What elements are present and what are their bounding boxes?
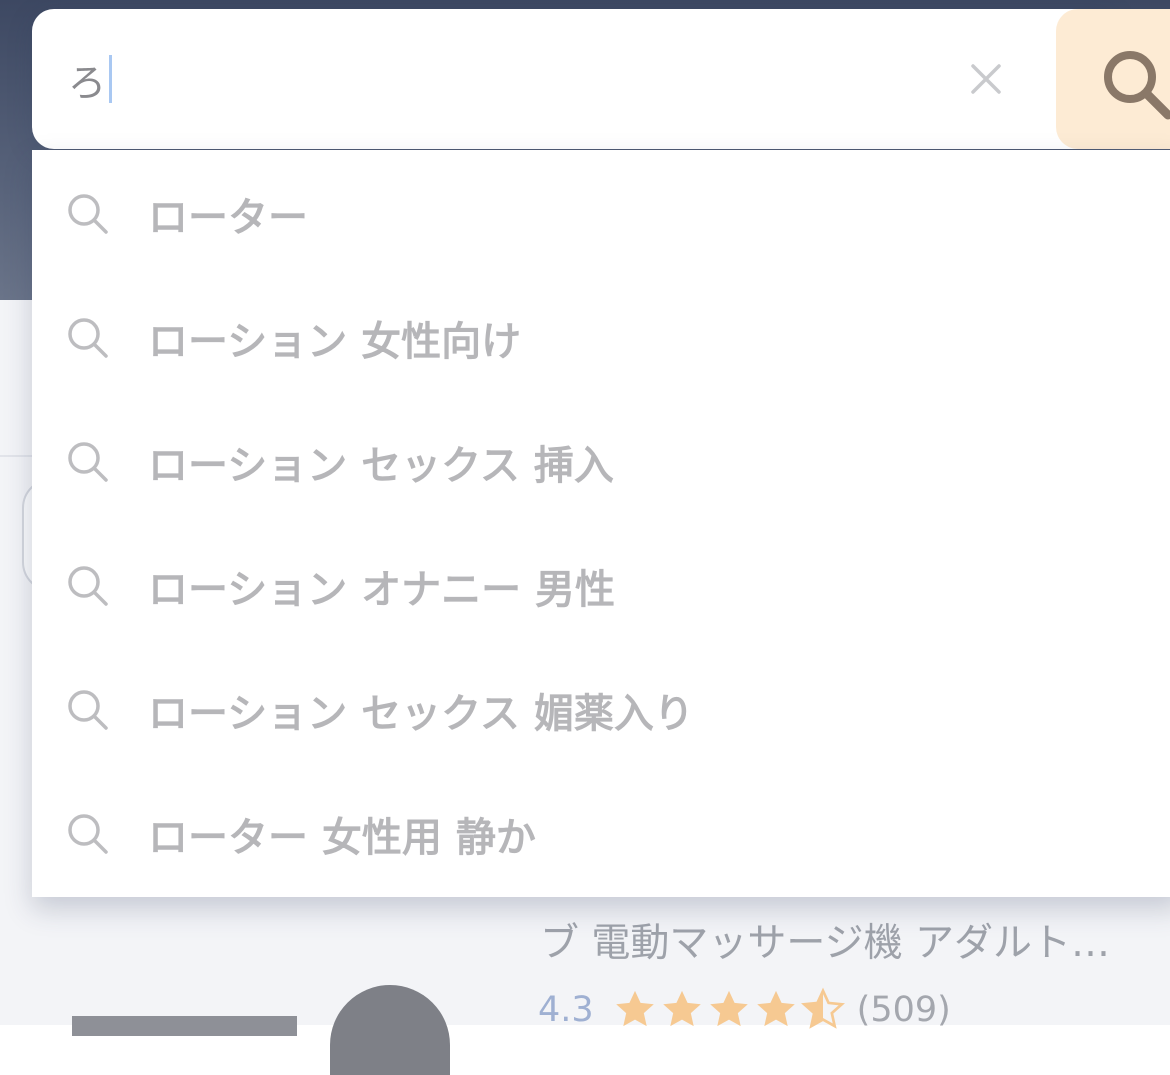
star-full-icon bbox=[615, 990, 654, 1027]
suggestion-label: ローション セックス 挿入 bbox=[148, 443, 614, 489]
star-full-icon bbox=[756, 990, 795, 1027]
star-full-icon bbox=[709, 990, 748, 1027]
suggestion-item[interactable]: ローション 女性向け bbox=[32, 274, 1170, 398]
rating-stars bbox=[612, 987, 847, 1033]
search-submit-button[interactable] bbox=[1056, 9, 1170, 149]
close-icon bbox=[971, 64, 1001, 94]
search-box: ろ bbox=[32, 9, 1112, 149]
clear-search-button[interactable] bbox=[960, 53, 1012, 105]
search-icon bbox=[68, 442, 108, 482]
product-rating[interactable]: 4.3 (509) bbox=[538, 985, 951, 1035]
suggestion-item[interactable]: ローション セックス 挿入 bbox=[32, 398, 1170, 522]
star-full-icon bbox=[662, 990, 701, 1027]
suggestion-label: ローション オナニー 男性 bbox=[148, 567, 616, 613]
suggestion-item[interactable]: ローター bbox=[32, 150, 1170, 274]
search-icon bbox=[68, 566, 108, 606]
search-icon bbox=[68, 690, 108, 730]
review-count[interactable]: (509) bbox=[857, 990, 951, 1030]
suggestion-item[interactable]: ローション セックス 媚薬入り bbox=[32, 646, 1170, 770]
search-input[interactable]: ろ bbox=[68, 49, 113, 109]
search-icon bbox=[68, 318, 108, 358]
search-icon bbox=[68, 814, 108, 854]
suggestion-label: ローター bbox=[148, 195, 308, 241]
product-image-secondary[interactable] bbox=[72, 1016, 297, 1036]
suggestion-label: ローション セックス 媚薬入り bbox=[148, 691, 694, 737]
text-caret bbox=[109, 55, 113, 103]
product-title[interactable]: ブ 電動マッサージ機 アダルト… bbox=[540, 912, 1110, 968]
search-icon bbox=[68, 194, 108, 234]
search-icon bbox=[1104, 51, 1170, 120]
suggestion-item[interactable]: ローション オナニー 男性 bbox=[32, 522, 1170, 646]
suggestion-item[interactable]: ローター 女性用 静か bbox=[32, 770, 1170, 894]
star-half-icon bbox=[800, 987, 845, 1029]
search-query-text: ろ bbox=[68, 60, 107, 105]
rating-value: 4.3 bbox=[538, 990, 594, 1030]
suggestion-label: ローション 女性向け bbox=[148, 319, 522, 365]
suggestion-label: ローター 女性用 静か bbox=[148, 815, 536, 861]
suggestion-dropdown: ローター ローション 女性向け ローション セックス 挿入 ローション オナニー… bbox=[32, 150, 1170, 897]
